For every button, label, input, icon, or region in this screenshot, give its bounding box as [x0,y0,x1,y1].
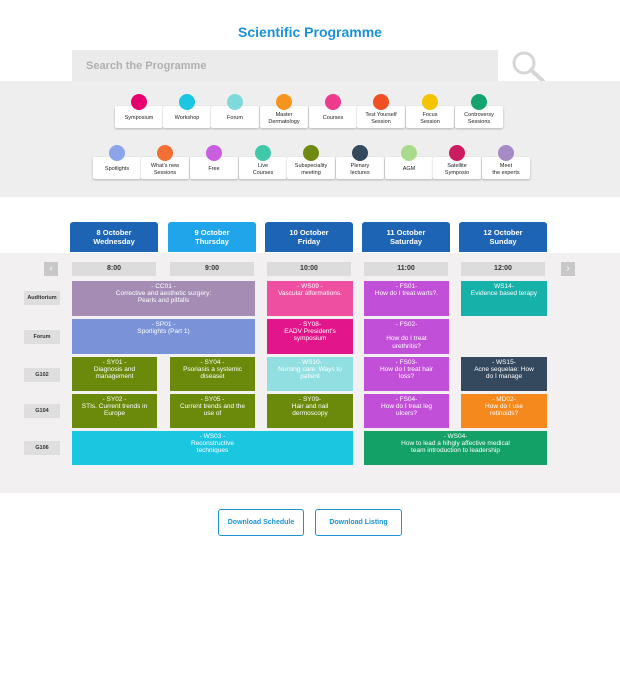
session-block[interactable]: - SY02 - STIs. Current trends in Europe [72,394,157,428]
time-slot-header: 10:00 [267,262,351,276]
category-dot-icon [498,145,514,161]
category-filter-symposium[interactable]: Symposium [115,94,163,128]
day-tab-sunday[interactable]: 12 October Sunday [459,222,547,252]
search-input[interactable] [72,50,498,81]
time-slot-header: 12:00 [461,262,545,276]
category-filter-test-yourself-session[interactable]: Test Yourself Session [357,94,405,128]
category-filter-focus-session[interactable]: Focus Session [406,94,454,128]
category-filter-agm[interactable]: AGM [385,145,433,179]
room-label: Auditorium [24,291,60,305]
category-dot-icon [303,145,319,161]
session-block[interactable]: - WS09 - Vascular alformations. [267,281,353,316]
room-label: G102 [24,368,60,382]
time-slot-header: 8:00 [72,262,156,276]
page-title: Scientific Programme [238,24,382,40]
category-dot-icon [325,94,341,110]
day-tab-friday[interactable]: 10 October Friday [265,222,353,252]
session-block[interactable]: - SP01 - Sporlights (Part 1) [72,319,255,354]
session-block[interactable]: - SY08- EADV President's symposium [267,319,353,354]
session-block[interactable]: WS14- Evidence based terapy [461,281,547,316]
category-dot-icon [179,94,195,110]
room-label: Forum [24,330,60,344]
session-block[interactable]: - SY01 - Diagnosis and management [72,357,157,391]
category-filter-live-courses[interactable]: Live Courses [239,145,287,179]
category-dot-icon [157,145,173,161]
day-tab-thursday[interactable]: 9 October Thursday [168,222,256,252]
day-tab-wednesday[interactable]: 8 October Wednesday [70,222,158,252]
category-dot-icon [471,94,487,110]
session-block[interactable]: - WS10- Nursing care: Ways to patient [267,357,353,391]
category-filter-spotlights[interactable]: Spotlights [93,145,141,179]
session-block[interactable]: - WS15- Acne sequelae: How do I manage [461,357,547,391]
room-label: G104 [24,404,60,418]
category-dot-icon [131,94,147,110]
session-block[interactable]: - SY09- Hair and nail dermoscopy [267,394,353,428]
category-dot-icon [373,94,389,110]
category-filter-courses[interactable]: Courses [309,94,357,128]
category-dot-icon [227,94,243,110]
time-slot-header: 9:00 [170,262,254,276]
session-block[interactable]: - FS03- How do I treat hair loss? [364,357,449,391]
category-dot-icon [109,145,125,161]
session-block[interactable]: - SY04 - Psoriasis a systemic diseaset [170,357,255,391]
time-slot-header: 11:00 [364,262,448,276]
category-filter-master-dermatology[interactable]: Master Dermatology [260,94,308,128]
session-block[interactable]: - MD02- How do I use retinoids? [461,394,547,428]
category-filter-free[interactable]: Free [190,145,238,179]
category-dot-icon [449,145,465,161]
session-block[interactable]: - FS04- How do I treat leg ulcers? [364,394,449,428]
download-listing-button[interactable]: Download Listing [315,509,402,536]
session-block[interactable]: - FS01- How do I treat warts?. [364,281,449,316]
category-dot-icon [401,145,417,161]
category-filter-subspeciality-meeting[interactable]: Subspeciality meeting [287,145,335,179]
category-filter-workshop[interactable]: Workshop [163,94,211,128]
category-filter-meet-the-experts[interactable]: Meet the experts [482,145,530,179]
category-dot-icon [352,145,368,161]
download-schedule-button[interactable]: Download Schedule [218,509,304,536]
next-arrow-button[interactable]: › [561,262,575,276]
category-dot-icon [276,94,292,110]
category-filter-plenary-lectures[interactable]: Plenary lectures [336,145,384,179]
session-block[interactable]: - WS03 - Reconstructive techniques [72,431,353,465]
search-bar[interactable] [72,50,498,81]
category-filter-satellite-symposio[interactable]: Satellite Symposio [433,145,481,179]
session-block[interactable]: - CC01 - Corrective and aesthetic surger… [72,281,255,316]
search-icon[interactable] [510,50,546,84]
session-block[interactable]: - SY05 - Current trends and the use of [170,394,255,428]
day-tab-saturday[interactable]: 11 October Saturday [362,222,450,252]
category-filter-controversy-sessions[interactable]: Controversy Sessions [455,94,503,128]
category-filter-whats-new-sessions[interactable]: What's new Sessions [141,145,189,179]
prev-arrow-button[interactable]: ‹ [44,262,58,276]
category-dot-icon [255,145,271,161]
category-dot-icon [206,145,222,161]
session-block[interactable]: - WS04- How to lead a hihgly affective m… [364,431,547,465]
session-block[interactable]: - FS02- How do I treat urethritis? [364,319,449,354]
category-filter-forum[interactable]: Forum [211,94,259,128]
room-label: G106 [24,441,60,455]
category-dot-icon [422,94,438,110]
